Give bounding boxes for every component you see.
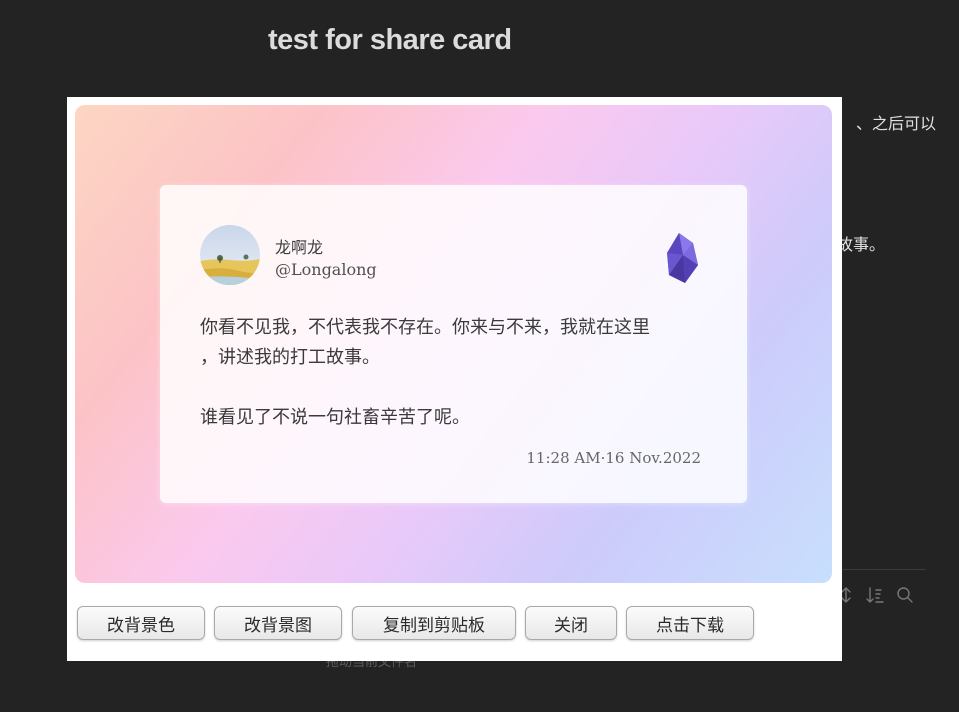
search-icon[interactable] bbox=[896, 586, 914, 604]
close-button[interactable]: 关闭 bbox=[525, 606, 617, 640]
download-button[interactable]: 点击下载 bbox=[626, 606, 754, 640]
share-card-background: 龙啊龙 @Longalong 你看不见我，不代表我不存在。你来与不来，我就在这里… bbox=[75, 105, 832, 583]
background-toolbar bbox=[838, 586, 914, 604]
tweet-text-line: 谁看见了不说一句社畜辛苦了呢。 bbox=[200, 407, 470, 428]
tweet-text-line: 你看不见我，不代表我不存在。你来与不来，我就在这里 bbox=[200, 317, 650, 338]
share-card-modal: 龙啊龙 @Longalong 你看不见我，不代表我不存在。你来与不来，我就在这里… bbox=[67, 97, 842, 661]
user-name: 龙啊龙 bbox=[275, 238, 324, 257]
background-divider bbox=[842, 569, 926, 570]
background-text: 故事。 bbox=[837, 235, 886, 254]
share-card: 龙啊龙 @Longalong 你看不见我，不代表我不存在。你来与不来，我就在这里… bbox=[160, 185, 747, 503]
change-background-color-button[interactable]: 改背景色 bbox=[77, 606, 205, 640]
avatar bbox=[200, 225, 260, 285]
tweet-timestamp: 11:28 AM·16 Nov.2022 bbox=[526, 449, 701, 467]
page-title: test for share card bbox=[268, 24, 512, 56]
user-handle: @Longalong bbox=[275, 260, 377, 279]
change-background-image-button[interactable]: 改背景图 bbox=[214, 606, 342, 640]
copy-to-clipboard-button[interactable]: 复制到剪贴板 bbox=[352, 606, 516, 640]
obsidian-icon bbox=[665, 231, 699, 289]
background-text: 、之后可以 bbox=[856, 114, 937, 133]
sort-order-icon[interactable] bbox=[866, 586, 884, 604]
tweet-text-line: ，讲述我的打工故事。 bbox=[200, 347, 380, 368]
